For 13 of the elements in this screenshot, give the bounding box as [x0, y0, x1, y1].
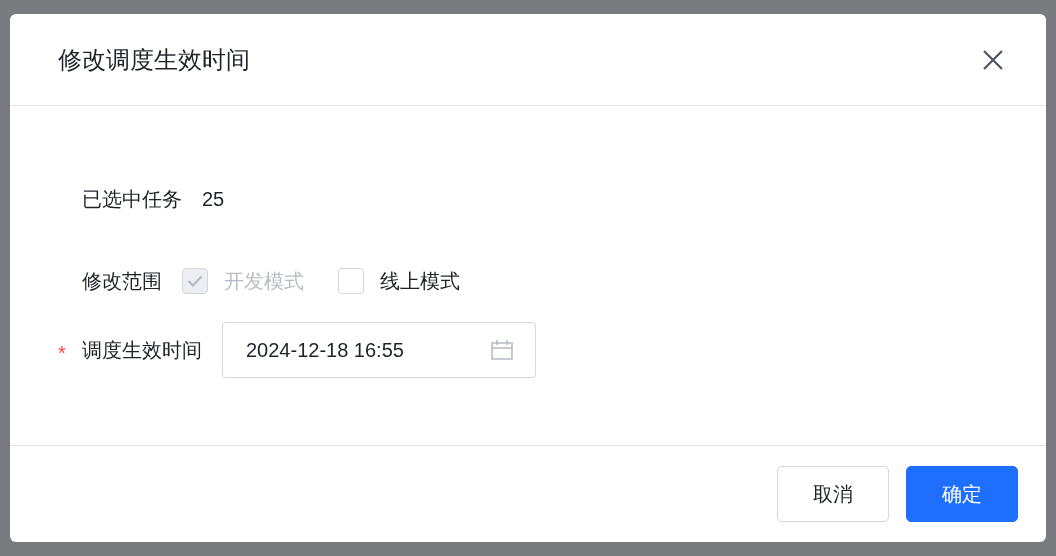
dialog-title: 修改调度生效时间	[58, 44, 250, 75]
field-label: 调度生效时间	[82, 337, 202, 363]
task-count: 25	[202, 187, 225, 211]
field-label: 修改范围	[82, 268, 162, 294]
calendar-icon	[491, 340, 513, 360]
date-field[interactable]: 2024-12-18 16:55	[222, 322, 536, 378]
cancel-button[interactable]: 取消	[777, 466, 889, 522]
close-icon	[982, 48, 1004, 71]
confirm-button[interactable]: 确定	[906, 466, 1018, 522]
required-mark: *	[58, 340, 66, 365]
mode-checkbox[interactable]: 线上模式	[338, 267, 460, 295]
field-label: 已选中任务	[82, 186, 182, 212]
check-icon	[187, 275, 203, 287]
